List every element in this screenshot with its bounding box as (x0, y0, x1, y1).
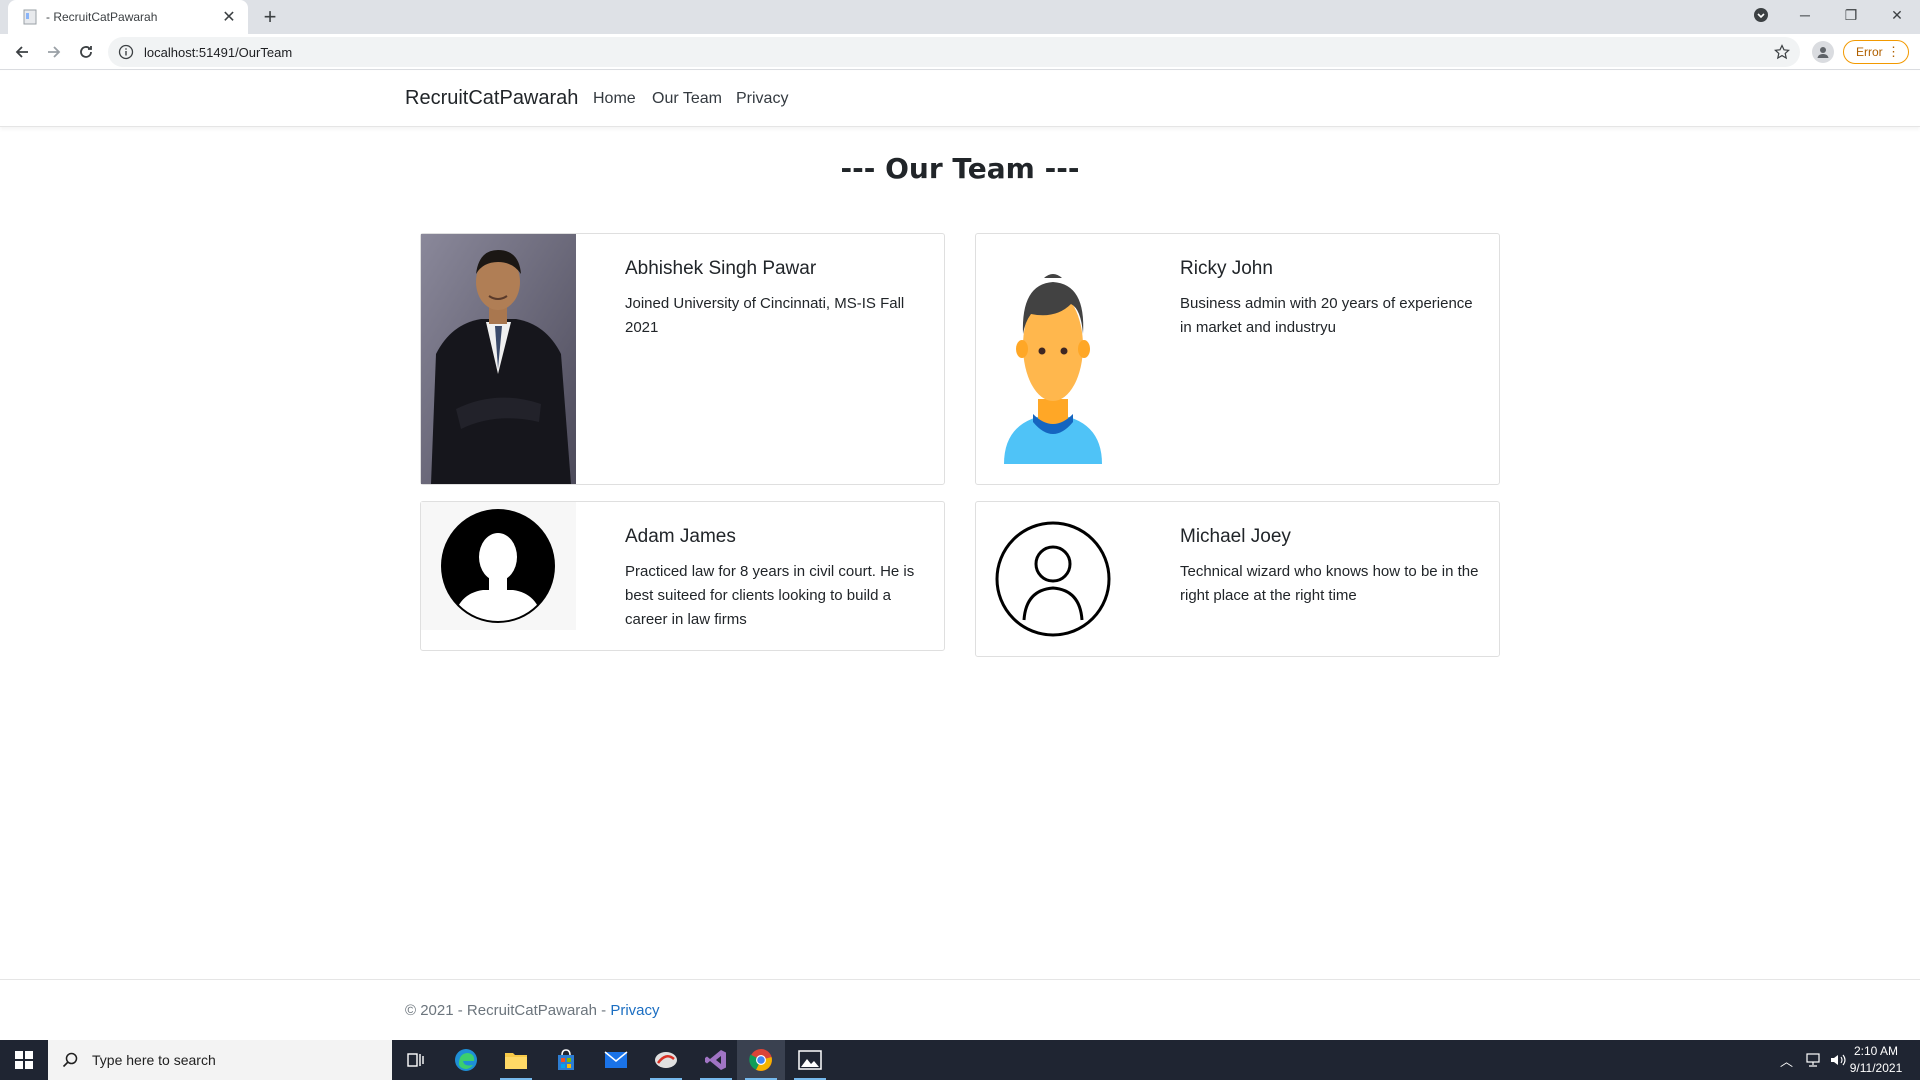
team-card: Adam James Practiced law for 8 years in … (420, 501, 945, 651)
footer-copyright: © 2021 - RecruitCatPawarah - (405, 1002, 611, 1019)
nav-link-privacy[interactable]: Privacy (736, 90, 788, 108)
person-outline-icon (995, 521, 1111, 637)
windows-start-icon[interactable] (0, 1040, 48, 1080)
footer-text: © 2021 - RecruitCatPawarah - Privacy (405, 1002, 660, 1019)
new-tab-icon[interactable]: + (258, 4, 282, 29)
error-button[interactable]: Error ⋮ (1843, 40, 1909, 64)
restore-icon[interactable]: ❐ (1828, 0, 1874, 30)
menu-dots-icon: ⋮ (1887, 44, 1900, 59)
windows-taskbar: Type here to search ︿ 2:10 AM 9/11/2021 (0, 1040, 1920, 1080)
nav-link-our-team[interactable]: Our Team (652, 90, 722, 108)
forward-icon[interactable] (40, 38, 68, 66)
error-label: Error (1856, 45, 1883, 59)
member-description: Practiced law for 8 years in civil court… (625, 563, 915, 628)
edge-browser-icon[interactable] (442, 1040, 490, 1080)
taskbar-search-input[interactable]: Type here to search (48, 1040, 392, 1080)
cartoon-person-icon (1004, 274, 1102, 464)
member-description: Business admin with 20 years of experien… (1180, 295, 1473, 336)
volume-icon[interactable] (1830, 1040, 1846, 1080)
footer-privacy-link[interactable]: Privacy (610, 1002, 659, 1019)
search-icon (62, 1052, 78, 1068)
nav-link-home[interactable]: Home (593, 90, 636, 108)
team-card: Abhishek Singh Pawar Joined University o… (420, 233, 945, 485)
site-footer: © 2021 - RecruitCatPawarah - Privacy (0, 979, 1920, 1039)
page-title: --- Our Team --- (840, 152, 1080, 185)
browser-tabstrip: - RecruitCatPawarah ✕ + ─ ❐ ✕ (0, 0, 1920, 34)
network-icon[interactable] (1805, 1040, 1821, 1080)
brand-link[interactable]: RecruitCatPawarah (405, 87, 578, 110)
bookmark-star-icon[interactable] (1774, 44, 1790, 60)
profile-avatar-icon[interactable] (1812, 41, 1834, 63)
file-explorer-icon[interactable] (492, 1040, 540, 1080)
microsoft-store-icon[interactable] (542, 1040, 590, 1080)
tab-search-icon[interactable] (1738, 0, 1784, 30)
address-bar[interactable]: localhost:51491/OurTeam (108, 37, 1800, 67)
member-name: Abhishek Singh Pawar (625, 258, 817, 279)
member-name: Adam James (625, 526, 736, 547)
close-tab-icon[interactable]: ✕ (220, 8, 238, 26)
close-window-icon[interactable]: ✕ (1874, 0, 1920, 30)
team-card: Ricky John Business admin with 20 years … (975, 233, 1500, 485)
tab-title: - RecruitCatPawarah (46, 10, 158, 24)
page-icon (23, 9, 37, 25)
member-photo (421, 234, 576, 484)
taskbar-clock[interactable]: 2:10 AM 9/11/2021 (1848, 1043, 1904, 1077)
task-view-icon[interactable] (392, 1040, 440, 1080)
team-card: Michael Joey Technical wizard who knows … (975, 501, 1500, 657)
member-description: Technical wizard who knows how to be in … (1180, 563, 1479, 604)
mail-icon[interactable] (592, 1040, 640, 1080)
reload-icon[interactable] (72, 38, 100, 66)
snipping-tool-icon[interactable] (642, 1040, 690, 1080)
minimize-icon[interactable]: ─ (1782, 0, 1828, 30)
person-silhouette-icon (421, 502, 576, 630)
site-navbar: RecruitCatPawarah Home Our Team Privacy (0, 71, 1920, 127)
chrome-icon[interactable] (737, 1040, 785, 1080)
visual-studio-icon[interactable] (692, 1040, 740, 1080)
member-name: Michael Joey (1180, 526, 1291, 547)
photos-icon[interactable] (786, 1040, 834, 1080)
back-icon[interactable] (8, 38, 36, 66)
member-description: Joined University of Cincinnati, MS-IS F… (625, 295, 905, 336)
clock-time: 2:10 AM (1853, 1044, 1899, 1058)
site-info-icon[interactable] (118, 44, 134, 60)
taskbar-search-placeholder: Type here to search (92, 1052, 216, 1068)
browser-tab[interactable]: - RecruitCatPawarah ✕ (8, 0, 248, 34)
url-text: localhost:51491/OurTeam (144, 44, 293, 60)
clock-date: 9/11/2021 (1849, 1061, 1903, 1075)
browser-toolbar: localhost:51491/OurTeam Error ⋮ (0, 34, 1920, 70)
show-hidden-icons-icon[interactable]: ︿ (1780, 1040, 1793, 1080)
member-name: Ricky John (1180, 258, 1273, 279)
